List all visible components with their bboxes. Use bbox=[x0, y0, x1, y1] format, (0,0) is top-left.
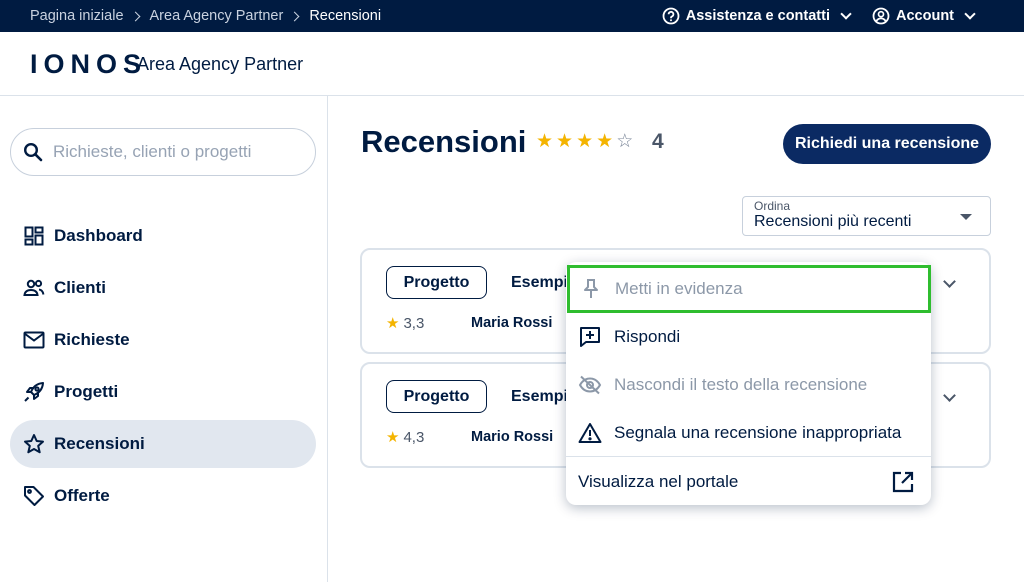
chevron-right-icon bbox=[289, 11, 300, 21]
review-actions-menu: Metti in evidenza Rispondi Nascondi il t… bbox=[566, 262, 931, 505]
tag-icon bbox=[23, 485, 45, 507]
header: IONOS Area Agency Partner bbox=[0, 32, 1024, 96]
breadcrumb-current: Recensioni bbox=[309, 8, 382, 24]
star-filled-icon: ★ bbox=[576, 131, 594, 152]
warning-icon bbox=[578, 421, 602, 445]
review-title: Esempi bbox=[511, 274, 568, 291]
menu-item-hide-text[interactable]: Nascondi il testo della recensione bbox=[566, 361, 931, 409]
mail-icon bbox=[23, 329, 45, 351]
review-rating: ★ 4,3 bbox=[386, 428, 425, 447]
search-input[interactable] bbox=[53, 142, 293, 162]
help-icon bbox=[662, 7, 680, 25]
review-rating-value: 4,3 bbox=[403, 428, 425, 446]
sort-select[interactable]: Ordina Recensioni più recenti bbox=[742, 196, 991, 236]
star-filled-icon: ★ bbox=[556, 131, 574, 152]
menu-item-label: Metti in evidenza bbox=[615, 279, 743, 298]
external-link-icon bbox=[892, 471, 914, 498]
sort-label: Ordina bbox=[754, 199, 791, 213]
review-author: Maria Rossi bbox=[471, 315, 553, 331]
menu-item-report[interactable]: Segnala una recensione inappropriata bbox=[566, 409, 931, 457]
sidebar-item-dashboard[interactable]: Dashboard bbox=[10, 212, 316, 260]
star-filled-icon: ★ bbox=[386, 315, 400, 332]
account-icon bbox=[872, 7, 890, 25]
page-title: Recensioni bbox=[361, 124, 527, 159]
star-filled-icon: ★ bbox=[386, 429, 400, 446]
rating-value: 4 bbox=[652, 130, 664, 153]
project-badge: Progetto bbox=[386, 266, 487, 299]
help-label: Assistenza e contatti bbox=[685, 8, 830, 24]
caret-down-icon bbox=[960, 214, 972, 220]
review-rating-value: 3,3 bbox=[403, 314, 425, 332]
sidebar-item-label: Richieste bbox=[54, 330, 130, 349]
chevron-down-icon[interactable] bbox=[943, 389, 956, 402]
reply-icon bbox=[578, 325, 602, 349]
sidebar-item-label: Dashboard bbox=[54, 226, 143, 245]
sidebar-item-richieste[interactable]: Richieste bbox=[10, 316, 316, 364]
chevron-down-icon bbox=[964, 8, 976, 20]
sidebar-item-recensioni[interactable]: Recensioni bbox=[10, 420, 316, 468]
star-empty-icon: ☆ bbox=[616, 131, 634, 152]
sidebar-item-label: Offerte bbox=[54, 486, 110, 505]
pin-icon bbox=[579, 277, 603, 301]
top-bar: Pagina iniziale Area Agency Partner Rece… bbox=[0, 0, 1024, 32]
project-badge: Progetto bbox=[386, 380, 487, 413]
review-title: Esempi bbox=[511, 388, 568, 405]
sidebar-item-label: Progetti bbox=[54, 382, 119, 401]
star-icon bbox=[23, 433, 45, 455]
dashboard-icon bbox=[23, 225, 45, 247]
menu-item-reply[interactable]: Rispondi bbox=[566, 313, 931, 361]
menu-item-label: Segnala una recensione inappropriata bbox=[614, 423, 902, 442]
sidebar-item-offerte[interactable]: Offerte bbox=[10, 472, 316, 520]
account-menu[interactable]: Account bbox=[872, 7, 978, 25]
menu-item-view-portal[interactable]: Visualizza nel portale bbox=[566, 458, 931, 506]
rocket-icon bbox=[23, 381, 45, 403]
menu-item-pin[interactable]: Metti in evidenza bbox=[567, 265, 931, 313]
chevron-right-icon bbox=[130, 11, 140, 21]
people-icon bbox=[23, 277, 45, 299]
star-filled-icon: ★ bbox=[536, 131, 554, 152]
sidebar-item-clienti[interactable]: Clienti bbox=[10, 264, 316, 312]
header-title: Area Agency Partner bbox=[137, 54, 304, 74]
sort-value: Recensioni più recenti bbox=[754, 213, 912, 230]
eye-off-icon bbox=[578, 373, 602, 397]
sidebar-item-label: Recensioni bbox=[54, 434, 145, 453]
star-filled-icon: ★ bbox=[596, 131, 614, 152]
chevron-down-icon bbox=[840, 8, 852, 20]
sidebar-item-progetti[interactable]: Progetti bbox=[10, 368, 316, 416]
menu-item-label: Visualizza nel portale bbox=[578, 472, 739, 491]
sidebar-item-label: Clienti bbox=[54, 278, 106, 297]
breadcrumb-home[interactable]: Pagina iniziale bbox=[30, 8, 124, 24]
search-box[interactable] bbox=[10, 128, 316, 176]
sidebar: Dashboard Clienti Richieste Prog bbox=[0, 96, 328, 582]
search-icon bbox=[23, 142, 43, 162]
menu-divider bbox=[566, 456, 931, 457]
help-menu[interactable]: Assistenza e contatti bbox=[662, 7, 854, 25]
review-rating: ★ 3,3 bbox=[386, 314, 425, 333]
menu-item-label: Rispondi bbox=[614, 327, 681, 346]
breadcrumb-area[interactable]: Area Agency Partner bbox=[150, 8, 284, 24]
request-review-button[interactable]: Richiedi una recensione bbox=[783, 124, 991, 164]
account-label: Account bbox=[896, 8, 954, 24]
chevron-down-icon[interactable] bbox=[943, 275, 956, 288]
review-author: Mario Rossi bbox=[471, 429, 554, 445]
ionos-logo[interactable]: IONOS bbox=[30, 49, 147, 80]
rating-stars: ★ ★ ★ ★ ☆ bbox=[536, 132, 633, 152]
breadcrumb: Pagina iniziale Area Agency Partner Rece… bbox=[30, 0, 381, 32]
menu-item-label: Nascondi il testo della recensione bbox=[614, 375, 868, 394]
